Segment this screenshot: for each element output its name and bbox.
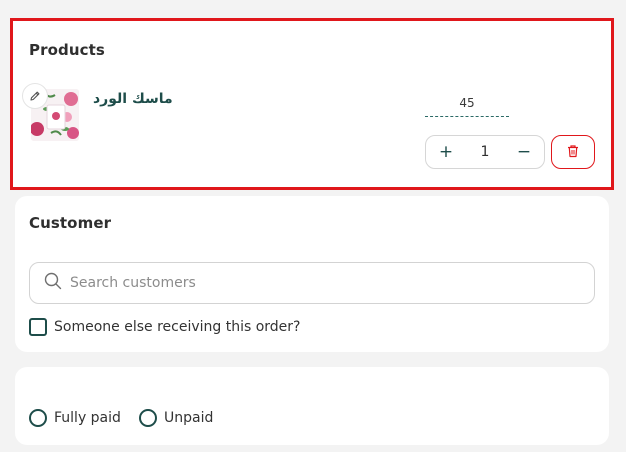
increment-button[interactable]: + <box>438 142 454 162</box>
pencil-icon <box>29 87 41 106</box>
payment-option-unpaid[interactable]: Unpaid <box>139 409 213 427</box>
someone-else-checkbox[interactable] <box>29 318 47 336</box>
customer-title: Customer <box>29 214 112 232</box>
customer-card: Customer Search customers Someone else r… <box>15 196 609 352</box>
quantity-stepper: + 1 − <box>425 135 545 169</box>
products-card: Products ماسك الورد 45 + 1 − <box>10 18 614 190</box>
search-icon <box>44 272 62 294</box>
delete-product-button[interactable] <box>551 135 595 169</box>
unpaid-radio[interactable] <box>139 409 157 427</box>
fully-paid-radio[interactable] <box>29 409 47 427</box>
fully-paid-label: Fully paid <box>54 410 121 426</box>
product-price[interactable]: 45 <box>425 96 509 117</box>
customer-search-input[interactable]: Search customers <box>29 262 595 304</box>
edit-product-button[interactable] <box>22 83 48 109</box>
product-name: ماسك الورد <box>93 91 173 107</box>
quantity-value: 1 <box>480 144 490 160</box>
products-title: Products <box>29 41 105 59</box>
trash-icon <box>566 143 580 162</box>
payment-option-fully-paid[interactable]: Fully paid <box>29 409 121 427</box>
search-placeholder: Search customers <box>70 275 196 291</box>
payment-card: Fully paid Unpaid <box>15 367 609 445</box>
someone-else-label: Someone else receiving this order? <box>54 319 301 335</box>
unpaid-label: Unpaid <box>164 410 214 426</box>
someone-else-option[interactable]: Someone else receiving this order? <box>29 318 300 336</box>
decrement-button[interactable]: − <box>516 142 532 162</box>
